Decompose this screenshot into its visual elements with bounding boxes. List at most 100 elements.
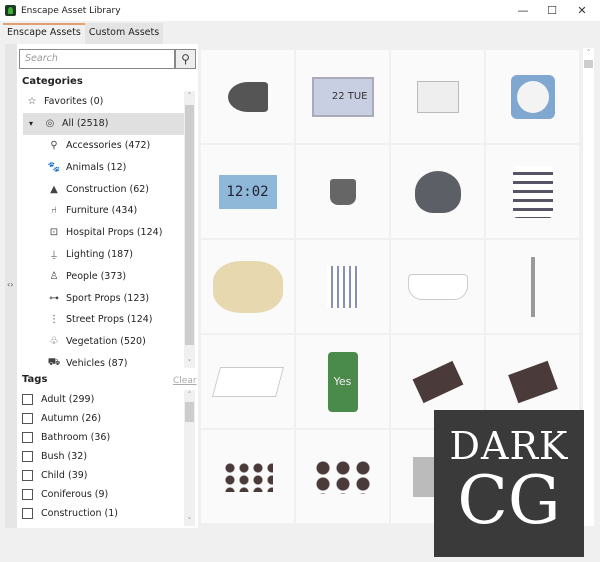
- tag-checkbox[interactable]: [22, 489, 33, 500]
- street-icon: ⋮: [49, 314, 59, 326]
- binder-clip-thumbnail: [412, 360, 463, 403]
- woven-basket-thumbnail: [212, 260, 283, 313]
- scroll-down-icon[interactable]: ˅: [184, 359, 195, 367]
- metal-cup-thumbnail: [329, 178, 356, 205]
- tag-checkbox[interactable]: [22, 470, 33, 481]
- bathtub-thumbnail: [407, 273, 468, 300]
- category-label: Furniture (434): [66, 205, 138, 217]
- category-label: Accessories (472): [66, 139, 151, 151]
- white-clock-thumbnail: [416, 80, 459, 113]
- expand-arrow-icon[interactable]: ▾: [29, 119, 33, 128]
- tag-item[interactable]: Bathroom (36): [22, 428, 182, 447]
- tag-checkbox[interactable]: [22, 413, 33, 424]
- search-button[interactable]: ⚲: [175, 49, 196, 69]
- category-item[interactable]: ⊡ Hospital Props (124): [23, 222, 184, 244]
- scroll-thumb[interactable]: [584, 60, 593, 68]
- star-icon: ☆: [27, 96, 37, 108]
- person-icon: ♙: [49, 270, 59, 282]
- minimize-button[interactable]: —: [508, 0, 538, 21]
- patterned-mug-thumbnail: [512, 165, 553, 218]
- category-item[interactable]: ⊶ Sport Props (123): [23, 287, 184, 309]
- category-item[interactable]: ♧ Vegetation (520): [23, 331, 184, 353]
- tag-label: Construction (1): [41, 508, 118, 519]
- tab-custom-assets[interactable]: Custom Assets: [84, 23, 164, 44]
- scroll-thumb[interactable]: [185, 402, 194, 422]
- asset-tile-binder-clips-pile[interactable]: [201, 430, 294, 523]
- asset-tile-sink[interactable]: [201, 335, 294, 428]
- category-item[interactable]: ⍊ Lighting (187): [23, 244, 184, 266]
- tag-item[interactable]: Bush (32): [22, 447, 182, 466]
- scroll-down-icon[interactable]: ˅: [184, 517, 195, 525]
- close-button[interactable]: ✕: [567, 0, 597, 21]
- tag-checkbox[interactable]: [22, 394, 33, 405]
- asset-tile-soda-can[interactable]: Yes: [296, 335, 389, 428]
- tag-item[interactable]: Construction (1): [22, 504, 182, 523]
- tag-item[interactable]: Autumn (26): [22, 409, 182, 428]
- category-item[interactable]: ⚲ Accessories (472): [23, 135, 184, 157]
- accessories-icon: ⚲: [50, 139, 58, 151]
- search-input[interactable]: Search: [19, 49, 175, 69]
- clear-tags-link[interactable]: Clear: [173, 376, 197, 386]
- lighting-icon: ⍊: [51, 248, 57, 260]
- window-title: Enscape Asset Library: [21, 5, 121, 16]
- category-label: People (373): [66, 270, 127, 282]
- search-icon: ⚲: [181, 52, 190, 66]
- asset-label: Yes: [333, 375, 352, 388]
- sink-thumbnail: [211, 366, 284, 397]
- hospital-icon: ⊡: [49, 227, 59, 239]
- asset-tile-bathtub[interactable]: [391, 240, 484, 333]
- category-label: Lighting (187): [66, 248, 133, 260]
- asset-tile-blue-clock[interactable]: [486, 50, 579, 143]
- asset-tile-binder-clips-group[interactable]: [296, 430, 389, 523]
- category-label: Vehicles (87): [66, 357, 128, 367]
- tag-item[interactable]: Child (39): [22, 466, 182, 485]
- asset-tile-alarm-clock-calendar[interactable]: 22 TUE: [296, 50, 389, 143]
- category-scrollbar[interactable]: ˄ ˅: [184, 91, 195, 368]
- asset-label: 12:02: [226, 183, 269, 200]
- asset-tile-woven-basket[interactable]: [201, 240, 294, 333]
- tag-label: Bush (32): [41, 451, 88, 462]
- category-item[interactable]: ☆ Favorites (0): [23, 91, 184, 113]
- tab-enscape-assets[interactable]: Enscape Assets: [3, 23, 85, 44]
- tag-checkbox[interactable]: [22, 432, 33, 443]
- digital-clock-thumbnail: 12:02: [218, 174, 277, 209]
- scroll-up-icon[interactable]: ˄: [583, 49, 594, 57]
- soda-can-thumbnail: Yes: [327, 351, 358, 412]
- tag-checkbox[interactable]: [22, 451, 33, 462]
- asset-tile-folded-towel[interactable]: [296, 240, 389, 333]
- watermark-line2: CG: [457, 462, 561, 539]
- scroll-up-icon[interactable]: ˄: [184, 92, 195, 100]
- category-tree: ☆ Favorites (0) ▾ ◎ All (2518) ⚲ Accessories (…: [23, 91, 184, 367]
- collapse-chevron-icon[interactable]: ‹›: [7, 280, 13, 289]
- collapse-sidebar-handle[interactable]: ‹›: [5, 44, 17, 528]
- tree-icon: ♧: [49, 336, 59, 348]
- category-item[interactable]: ♙ People (373): [23, 265, 184, 287]
- asset-label: 22 TUE: [331, 90, 368, 102]
- scroll-up-icon[interactable]: ˄: [184, 391, 195, 399]
- category-label: Animals (12): [66, 161, 127, 173]
- construction-icon: ▲: [50, 183, 58, 195]
- tag-item[interactable]: Adult (299): [22, 390, 182, 409]
- asset-tile-white-clock[interactable]: [391, 50, 484, 143]
- asset-tile-patterned-mug[interactable]: [486, 145, 579, 238]
- asset-tile-digital-clock[interactable]: 12:02: [201, 145, 294, 238]
- category-item[interactable]: ▲ Construction (62): [23, 178, 184, 200]
- tags-scrollbar[interactable]: ˄ ˅: [184, 390, 195, 526]
- scroll-thumb[interactable]: [185, 105, 194, 345]
- asset-tile-tape-dispenser[interactable]: [201, 50, 294, 143]
- category-item[interactable]: ⋮ Street Props (124): [23, 309, 184, 331]
- asset-tile-teapot[interactable]: [391, 145, 484, 238]
- tag-checkbox[interactable]: [22, 508, 33, 519]
- category-item[interactable]: ⛟ Vehicles (87): [23, 353, 184, 367]
- category-label: Favorites (0): [44, 96, 104, 108]
- category-item[interactable]: ▾ ◎ All (2518): [23, 112, 184, 135]
- teapot-thumbnail: [414, 170, 461, 213]
- category-item[interactable]: ⑁ Furniture (434): [23, 200, 184, 222]
- tag-item[interactable]: Coniferous (9): [22, 485, 182, 504]
- category-label: Street Props (124): [66, 314, 153, 326]
- category-item[interactable]: 🐾 Animals (12): [23, 156, 184, 178]
- asset-tile-metal-cup[interactable]: [296, 145, 389, 238]
- maximize-button[interactable]: ☐: [537, 0, 567, 21]
- asset-tile-floor-faucet[interactable]: [486, 240, 579, 333]
- grid-scrollbar[interactable]: ˄: [583, 48, 594, 526]
